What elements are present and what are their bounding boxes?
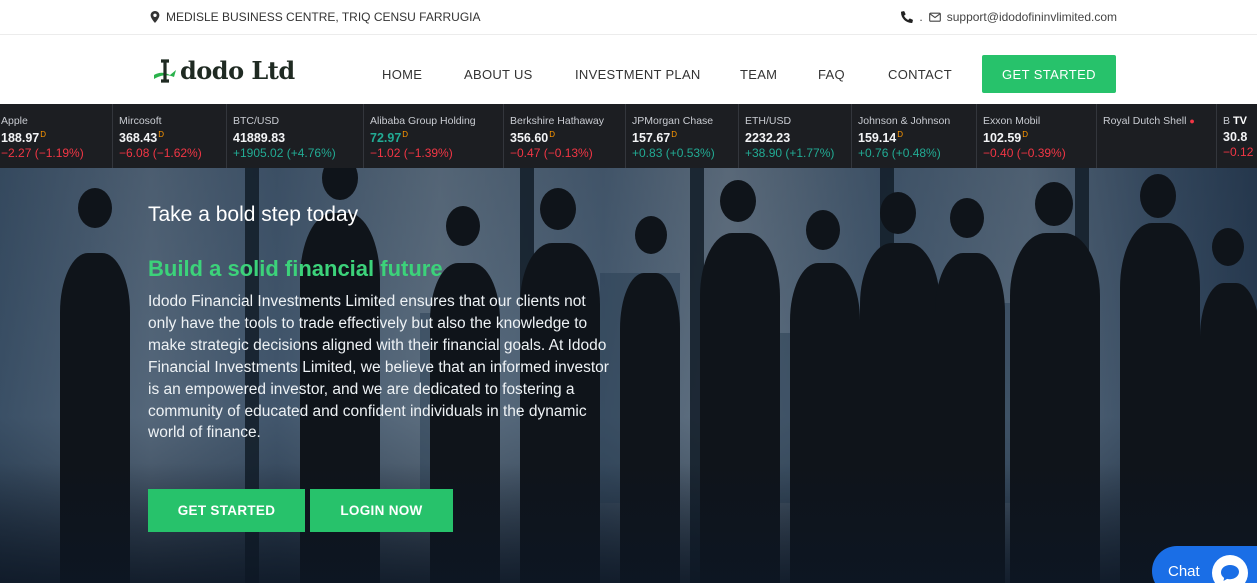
ticker-name: B TV <box>1223 115 1247 127</box>
ticker-item[interactable]: B TV 30.8 −0.12 <box>1216 104 1257 168</box>
chat-label: Chat <box>1168 563 1200 580</box>
ticker-item[interactable]: ETH/USD 2232.23 +38.90 (+1.77%) <box>738 104 851 168</box>
contact-info: . support@idodofininvlimited.com <box>901 10 1117 24</box>
ticker-change: −1.02 (−1.39%) <box>370 146 453 161</box>
ticker-change: +0.83 (+0.53%) <box>632 146 715 161</box>
ticker-item[interactable]: Exxon Mobil 102.59D −0.40 (−0.39%) <box>976 104 1096 168</box>
chat-bubble-icon <box>1211 555 1248 583</box>
hero-section: Take a bold step today Build a solid fin… <box>0 168 1257 583</box>
ticker-change: −2.27 (−1.19%) <box>1 146 84 161</box>
nav-item-contact[interactable]: CONTACT <box>888 67 952 82</box>
ticker-price: 159.14D <box>858 130 904 146</box>
email-link[interactable]: support@idodofininvlimited.com <box>947 10 1117 24</box>
ticker-price: 30.8 <box>1223 130 1248 144</box>
stock-ticker: Apple 188.97D −2.27 (−1.19%) Mircosoft 3… <box>0 104 1257 168</box>
nav-item-team[interactable]: TEAM <box>740 67 777 82</box>
nav-item-home[interactable]: HOME <box>382 67 422 82</box>
ticker-name: Berkshire Hathaway <box>510 115 604 127</box>
login-now-button[interactable]: LOGIN NOW <box>310 489 453 532</box>
ticker-change: −6.08 (−1.62%) <box>119 146 202 161</box>
ticker-name: Alibaba Group Holding <box>370 115 476 127</box>
ticker-price: 72.97D <box>370 130 409 146</box>
ticker-item[interactable]: Alibaba Group Holding 72.97D −1.02 (−1.3… <box>363 104 503 168</box>
ticker-name: Johnson & Johnson <box>858 115 951 127</box>
mail-icon <box>928 11 941 23</box>
ticker-name: Apple <box>1 115 28 127</box>
address: MEDISLE BUSINESS CENTRE, TRIQ CENSU FARR… <box>150 10 481 24</box>
ticker-item[interactable]: Apple 188.97D −2.27 (−1.19%) <box>0 104 107 168</box>
ticker-change: +0.76 (+0.48%) <box>858 146 941 161</box>
ticker-change: +38.90 (+1.77%) <box>745 146 835 161</box>
nav-item-investment-plan[interactable]: INVESTMENT PLAN <box>575 67 701 82</box>
tradingview-logo-icon: TV <box>1232 115 1247 127</box>
ticker-item[interactable]: Royal Dutch Shell ● <box>1096 104 1216 168</box>
address-text: MEDISLE BUSINESS CENTRE, TRIQ CENSU FARR… <box>166 10 481 24</box>
hero-paragraph: Idodo Financial Investments Limited ensu… <box>148 293 609 442</box>
main-navigation: dodo Ltd HOME ABOUT US INVESTMENT PLAN T… <box>0 36 1257 104</box>
ticker-name: BTC/USD <box>233 115 280 127</box>
phone-icon[interactable] <box>901 11 914 23</box>
ticker-price: 356.60D <box>510 130 556 146</box>
ticker-price: 188.97D <box>1 130 47 146</box>
nav-item-about-us[interactable]: ABOUT US <box>464 67 533 82</box>
ticker-name: ETH/USD <box>745 115 792 127</box>
separator: . <box>919 10 923 24</box>
ticker-price: 41889.83 <box>233 131 286 146</box>
ticker-item[interactable]: Berkshire Hathaway 356.60D −0.47 (−0.13%… <box>503 104 625 168</box>
logo[interactable]: dodo Ltd <box>152 56 295 85</box>
ticker-item[interactable]: BTC/USD 41889.83 +1905.02 (+4.76%) <box>226 104 363 168</box>
hero-buttons: GET STARTED LOGIN NOW <box>148 489 453 532</box>
hero-content: Take a bold step today Build a solid fin… <box>148 203 618 444</box>
logo-text: dodo Ltd <box>180 56 295 85</box>
ticker-change: −0.40 (−0.39%) <box>983 146 1066 161</box>
ticker-name: Exxon Mobil <box>983 115 1041 127</box>
ticker-item[interactable]: Mircosoft 368.43D −6.08 (−1.62%) <box>112 104 226 168</box>
logo-mark-icon <box>154 58 176 83</box>
ticker-price: 102.59D <box>983 130 1029 146</box>
ticker-price: 368.43D <box>119 130 165 146</box>
ticker-name: Royal Dutch Shell ● <box>1103 115 1195 127</box>
top-info-bar: MEDISLE BUSINESS CENTRE, TRIQ CENSU FARR… <box>0 0 1257 35</box>
get-started-nav-button[interactable]: GET STARTED <box>982 55 1116 93</box>
status-dot-icon: ● <box>1189 116 1195 126</box>
ticker-change: −0.47 (−0.13%) <box>510 146 593 161</box>
ticker-name: Mircosoft <box>119 115 162 127</box>
hero-tagline: Take a bold step today <box>148 203 359 226</box>
ticker-change: −0.12 <box>1223 145 1254 159</box>
ticker-item[interactable]: Johnson & Johnson 159.14D +0.76 (+0.48%) <box>851 104 976 168</box>
ticker-item[interactable]: JPMorgan Chase 157.67D +0.83 (+0.53%) <box>625 104 738 168</box>
get-started-button[interactable]: GET STARTED <box>148 489 305 532</box>
ticker-price: 157.67D <box>632 130 678 146</box>
ticker-price: 2232.23 <box>745 131 791 146</box>
nav-item-faq[interactable]: FAQ <box>818 67 845 82</box>
ticker-change: +1905.02 (+4.76%) <box>233 146 336 161</box>
map-pin-icon <box>150 11 160 23</box>
hero-headline: Build a solid financial future <box>148 256 443 281</box>
chat-widget-button[interactable]: Chat <box>1152 546 1257 583</box>
ticker-name: JPMorgan Chase <box>632 115 714 127</box>
